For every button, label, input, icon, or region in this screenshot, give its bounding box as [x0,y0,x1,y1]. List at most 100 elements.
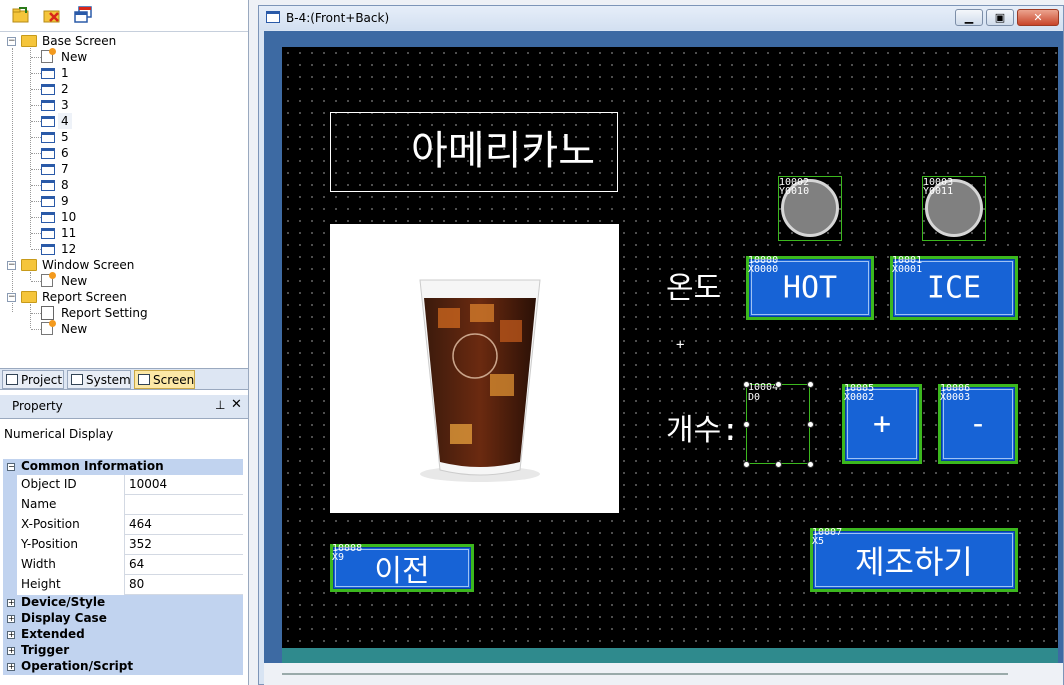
property-row[interactable]: X-Position 464 [3,515,243,535]
tree-label: 8 [61,178,69,192]
tree-item-screen[interactable]: 4 [0,113,248,129]
tree-item-screen[interactable]: 5 [0,129,248,145]
open-folder-icon[interactable] [11,5,31,25]
expand-icon[interactable]: + [7,599,15,607]
coffee-image[interactable] [330,224,619,513]
tree-label: New [61,274,88,288]
pin-icon[interactable]: ⊥ [215,398,225,412]
folder-icon [21,35,37,47]
make-button[interactable]: 제조하기 10007 X5 [810,528,1018,592]
button-label: + [872,406,892,442]
property-value[interactable]: 352 [127,535,152,554]
horizontal-scrollbar[interactable] [264,663,1063,685]
tree-item-report-new[interactable]: New [0,320,248,337]
left-panel: − Base Screen New 1 2 3 4 5 6 7 8 9 10 11 12 − Windo… [0,0,249,685]
ice-button[interactable]: ICE 10001 X0001 [890,256,1018,320]
category-collapsed[interactable]: + Operation/Script [3,659,243,675]
crosshair-icon: + [676,337,685,353]
hmi-canvas[interactable]: 아메리카노 온도 + 개수: 10002 Y0010 10003 Y0011 H… [282,47,1058,649]
resize-handle[interactable] [743,381,750,388]
hot-button[interactable]: HOT 10000 X0000 [746,256,874,320]
minimize-button[interactable]: ▁ [955,9,983,26]
resize-handle[interactable] [807,381,814,388]
collapse-icon[interactable]: − [7,37,16,46]
property-value[interactable]: 464 [127,515,152,534]
screen-toolbar [0,0,248,32]
tree-item-screen[interactable]: 2 [0,81,248,97]
close-button[interactable]: ✕ [1017,9,1059,26]
button-label: 제조하기 [855,543,973,581]
collapse-icon[interactable]: − [7,261,16,270]
expand-icon[interactable]: + [7,631,15,639]
tree-item-report-setting[interactable]: Report Setting [0,305,248,321]
numerical-display-d0[interactable]: 10004 D0 [743,381,814,468]
lamp-y0010[interactable]: 10002 Y0010 [778,176,842,241]
screen-page-icon [41,180,55,191]
category-collapsed[interactable]: + Device/Style [3,595,243,611]
category-label: Device/Style [21,595,106,609]
system-icon [71,374,83,385]
property-key: Height [3,575,125,595]
tab-screen[interactable]: Screen [134,370,195,389]
tree-base-screen[interactable]: − Base Screen [0,33,248,49]
tree-item-screen[interactable]: 12 [0,241,248,257]
previous-button[interactable]: 이전 10008 X9 [330,544,474,592]
resize-handle[interactable] [775,461,782,468]
window-titlebar[interactable]: B-4:(Front+Back) ▁ ▣ ✕ [259,6,1063,30]
collapse-icon[interactable]: − [7,293,16,302]
category-collapsed[interactable]: + Trigger [3,643,243,659]
tree-item-screen[interactable]: 3 [0,97,248,113]
tree-item-screen[interactable]: 7 [0,161,248,177]
expand-icon[interactable]: + [7,663,15,671]
device-address: X0000 [748,264,779,275]
tab-project[interactable]: Project [2,370,64,389]
tree-item-base-new[interactable]: New [0,48,248,65]
tree-item-window-new[interactable]: New [0,272,248,289]
tree-item-screen[interactable]: 8 [0,177,248,193]
tree-label: 6 [61,146,69,160]
tree-window-screen[interactable]: − Window Screen [0,257,248,273]
category-common-information[interactable]: − Common Information [3,459,243,475]
minus-button[interactable]: - 10006 X0003 [938,384,1018,464]
tree-label: Report Screen [42,290,127,304]
resize-handle[interactable] [807,461,814,468]
plus-button[interactable]: + 10005 X0002 [842,384,922,464]
property-row[interactable]: Height 80 [3,575,243,595]
resize-handle[interactable] [743,461,750,468]
tree-item-screen[interactable]: 6 [0,145,248,161]
property-value[interactable]: 64 [127,555,144,574]
tab-system[interactable]: System [67,370,131,389]
delete-icon[interactable] [42,5,62,25]
count-label: 개수: [666,413,740,448]
category-label: Common Information [21,459,164,473]
property-key: Name [3,495,125,515]
property-row[interactable]: Object ID 10004 [3,475,243,495]
property-value[interactable]: 80 [127,575,144,594]
property-key: X-Position [3,515,125,535]
screen-icon [138,374,150,385]
property-row[interactable]: Name [3,495,243,515]
tree-item-screen[interactable]: 9 [0,193,248,209]
expand-icon[interactable]: + [7,615,15,623]
tree-item-screen[interactable]: 10 [0,209,248,225]
category-collapsed[interactable]: + Extended [3,627,243,643]
title-box[interactable]: 아메리카노 [330,112,618,192]
screen-page-icon [41,132,55,143]
property-value[interactable]: 10004 [127,475,167,494]
close-icon[interactable]: ✕ [231,397,242,412]
category-collapsed[interactable]: + Display Case [3,611,243,627]
restore-button[interactable]: ▣ [986,9,1014,26]
property-row[interactable]: Width 64 [3,555,243,575]
lamp-y0011[interactable]: 10003 Y0011 [922,176,986,241]
resize-handle[interactable] [807,421,814,428]
resize-handle[interactable] [775,381,782,388]
tree-item-screen[interactable]: 1 [0,65,248,81]
collapse-icon[interactable]: − [7,463,15,471]
tree-report-screen[interactable]: − Report Screen [0,289,248,305]
copy-window-icon[interactable] [73,5,93,25]
resize-handle[interactable] [743,421,750,428]
expand-icon[interactable]: + [7,647,15,655]
property-row[interactable]: Y-Position 352 [3,535,243,555]
tree-item-screen[interactable]: 11 [0,225,248,241]
new-screen-icon [41,320,56,335]
